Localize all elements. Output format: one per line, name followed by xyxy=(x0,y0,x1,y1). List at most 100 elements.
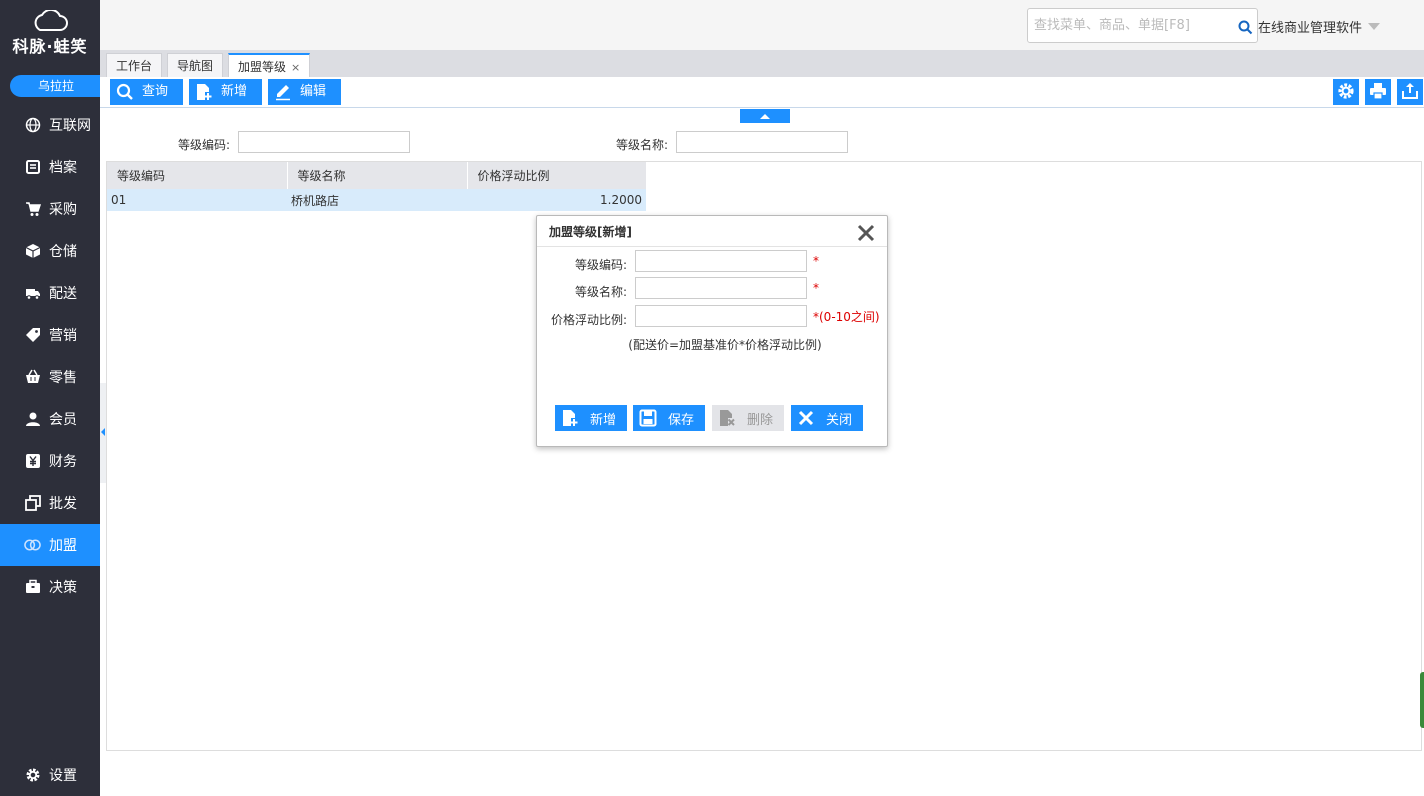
tab-franchise-level[interactable]: 加盟等级 × xyxy=(228,53,311,77)
sidebar-item-warehouse[interactable]: 仓储 xyxy=(0,230,100,272)
filter-code-label: 等级编码: xyxy=(178,138,231,152)
sidebar-item-purchase[interactable]: 采购 xyxy=(0,188,100,230)
caret-left-icon xyxy=(101,428,105,436)
sidebar-settings: 设置 xyxy=(0,754,100,796)
filter-code-input[interactable] xyxy=(238,131,410,153)
tab-workbench[interactable]: 工作台 xyxy=(106,53,163,77)
sidebar-item-label: 营销 xyxy=(49,328,77,344)
print-button[interactable] xyxy=(1365,79,1391,105)
price-ratio-input[interactable] xyxy=(635,305,807,327)
floppy-icon xyxy=(639,409,657,427)
sidebar-nav: 互联网 档案 采购 仓储 配送 营销 零售 会员 财务 批发 加盟 决策 xyxy=(0,104,100,608)
sidebar-item-label: 档案 xyxy=(49,160,77,176)
dialog-save-label: 保存 xyxy=(668,412,695,428)
product-menu[interactable]: 在线商业管理软件 xyxy=(1258,17,1381,36)
upload-icon xyxy=(1401,82,1419,103)
sidebar-item-decision[interactable]: 决策 xyxy=(0,566,100,608)
search-input[interactable] xyxy=(1028,9,1228,42)
briefcase-icon xyxy=(24,579,41,596)
required-mark: * xyxy=(813,254,819,268)
close-icon[interactable] xyxy=(857,224,875,242)
user-name-badge[interactable]: 乌拉拉 xyxy=(10,75,102,97)
add-file-icon xyxy=(195,83,213,101)
dialog-close-button[interactable]: 关闭 xyxy=(791,405,863,431)
collapse-filter-toggle[interactable] xyxy=(740,109,790,123)
dialog-title: 加盟等级[新增] xyxy=(549,225,632,239)
printer-icon xyxy=(1369,82,1387,103)
level-code-label: 等级编码: xyxy=(575,258,628,272)
sidebar-item-delivery[interactable]: 配送 xyxy=(0,272,100,314)
sidebar-item-wholesale[interactable]: 批发 xyxy=(0,482,100,524)
add-button[interactable]: 新增 xyxy=(189,79,262,105)
sidebar-item-member[interactable]: 会员 xyxy=(0,398,100,440)
dialog-save-button[interactable]: 保存 xyxy=(633,405,705,431)
add-label: 新增 xyxy=(221,84,248,99)
tab-bar: 工作台 导航图 加盟等级 × xyxy=(100,50,1424,77)
basket-icon xyxy=(24,369,41,386)
side-panel-handle[interactable] xyxy=(1420,672,1424,728)
add-file-icon xyxy=(561,409,579,427)
close-icon xyxy=(797,409,815,427)
user-icon xyxy=(24,411,41,428)
level-name-input[interactable] xyxy=(635,277,807,299)
sidebar-item-archive[interactable]: 档案 xyxy=(0,146,100,188)
cell-ratio: 1.2000 xyxy=(467,189,646,211)
sidebar-item-label: 设置 xyxy=(49,768,77,784)
column-header[interactable]: 等级编码 xyxy=(107,162,288,189)
cell-name: 桥机路店 xyxy=(287,189,467,211)
cell-code: 01 xyxy=(107,189,287,211)
sidebar: 科脉·蛙笑 乌拉拉 互联网 档案 采购 仓储 配送 营销 零售 会员 财务 批发… xyxy=(0,0,102,796)
edit-button[interactable]: 编辑 xyxy=(268,79,341,105)
cloud-icon xyxy=(34,10,68,31)
logo: 科脉·蛙笑 xyxy=(0,10,100,64)
sidebar-item-label: 财务 xyxy=(49,454,77,470)
sidebar-item-franchise[interactable]: 加盟 xyxy=(0,524,100,566)
tab-label: 加盟等级 xyxy=(238,60,287,74)
gear-icon xyxy=(24,767,41,784)
table-row[interactable]: 01 桥机路店 1.2000 xyxy=(107,189,646,211)
tab-nav-map[interactable]: 导航图 xyxy=(167,53,224,77)
column-header[interactable]: 等级名称 xyxy=(287,162,468,189)
search-icon xyxy=(116,83,134,101)
sidebar-item-label: 互联网 xyxy=(49,118,91,134)
filter-name-input[interactable] xyxy=(676,131,848,153)
tab-close-icon[interactable]: × xyxy=(291,61,300,74)
search-icon[interactable] xyxy=(1238,20,1253,38)
price-ratio-hint: *(0-10之间) xyxy=(813,310,880,324)
sidebar-item-settings[interactable]: 设置 xyxy=(0,754,100,796)
yen-icon xyxy=(24,453,41,470)
export-button[interactable] xyxy=(1397,79,1423,105)
logo-text: 科脉·蛙笑 xyxy=(12,37,88,56)
gear-icon xyxy=(1337,82,1355,103)
caret-up-icon xyxy=(759,109,771,123)
sidebar-item-internet[interactable]: 互联网 xyxy=(0,104,100,146)
pencil-icon xyxy=(274,83,292,101)
sidebar-item-label: 会员 xyxy=(49,412,77,428)
caret-down-icon xyxy=(1368,23,1381,30)
sidebar-item-retail[interactable]: 零售 xyxy=(0,356,100,398)
level-name-label: 等级名称: xyxy=(575,285,628,299)
copy-icon xyxy=(24,495,41,512)
sidebar-item-label: 仓储 xyxy=(49,244,77,260)
tab-label: 导航图 xyxy=(177,59,214,73)
dialog-delete-label: 删除 xyxy=(747,412,774,428)
query-button[interactable]: 查询 xyxy=(110,79,183,105)
dialog-delete-button[interactable]: 删除 xyxy=(712,405,784,431)
top-bar: 在线商业管理软件 xyxy=(100,0,1424,50)
tag-icon xyxy=(24,327,41,344)
level-code-input[interactable] xyxy=(635,250,807,272)
settings-button[interactable] xyxy=(1333,79,1359,105)
sidebar-collapse-handle[interactable] xyxy=(100,383,106,483)
column-header[interactable]: 价格浮动比例 xyxy=(467,162,647,189)
archive-icon xyxy=(24,159,41,176)
delete-file-icon xyxy=(718,409,736,427)
sidebar-item-marketing[interactable]: 营销 xyxy=(0,314,100,356)
sidebar-item-finance[interactable]: 财务 xyxy=(0,440,100,482)
cart-icon xyxy=(24,201,41,218)
required-mark: * xyxy=(813,281,819,295)
grid-header-row: 等级编码 等级名称 价格浮动比例 xyxy=(107,162,647,189)
edit-label: 编辑 xyxy=(300,84,327,99)
dialog-add-button[interactable]: 新增 xyxy=(555,405,627,431)
toolbar: 查询 新增 编辑 xyxy=(100,77,1424,108)
dialog-add-label: 新增 xyxy=(590,412,617,428)
